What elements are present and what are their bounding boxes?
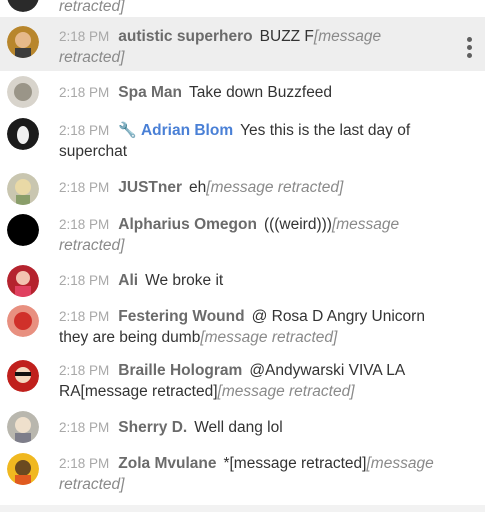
avatar[interactable] [7,214,39,246]
author-name[interactable]: Zola Mvulane [118,455,216,472]
message-text: Take down Buzzfeed [189,84,333,101]
live-chat-feed: retracted] 2:18 PM autistic superhero BUZZ… [0,0,485,505]
message-text: eh [189,179,207,196]
author-name[interactable]: Sherry D. [118,419,187,436]
wrench-icon: 🔧 [118,122,137,139]
retracted-text: retracted] [59,0,125,15]
avatar[interactable] [7,360,39,392]
avatar[interactable] [7,265,39,297]
message-text: *[message retracted] [223,455,367,472]
avatar[interactable] [7,118,39,150]
chat-message: 2:18 PM Zola Mvulane *[message retracted][… [0,448,485,498]
chat-message: retracted] [0,0,485,16]
avatar[interactable] [7,0,39,12]
timestamp: 2:18 PM [59,217,110,232]
chat-message: 2:18 PM 🔧 Adrian Blom Yes this is the last … [0,115,485,163]
author-name[interactable]: JUSTner [118,179,182,196]
author-name[interactable]: Ali [118,272,138,289]
timestamp: 2:18 PM [59,29,110,44]
timestamp: 2:18 PM [59,85,110,100]
author-name[interactable]: Braille Hologram [118,362,242,379]
avatar[interactable] [7,76,39,108]
avatar[interactable] [7,305,39,337]
chat-message: 2:18 PM JUSTner eh[message retracted] [0,170,485,206]
message-text: Yes this is the last day of superchat [59,122,411,160]
author-name[interactable]: Festering Wound [118,308,244,325]
message-text: Well dang lol [194,419,283,436]
timestamp: 2:18 PM [59,420,110,435]
avatar[interactable] [7,26,39,58]
author-name[interactable]: Spa Man [118,84,182,101]
chat-message: 2:18 PM autistic superhero BUZZ F[message … [0,17,485,71]
chat-message: 2:18 PM Braille Hologram @Andywarski VIVA … [0,354,485,404]
author-name[interactable]: Alpharius Omegon [118,216,257,233]
retracted-text: [message retracted] [206,179,344,196]
timestamp: 2:18 PM [59,123,110,138]
chat-message: 2:18 PM Festering Wound @ Rosa D Angry Uni… [0,300,485,350]
avatar[interactable] [7,453,39,485]
timestamp: 2:18 PM [59,273,110,288]
chat-message: 2:18 PM Ali We broke it [0,263,485,299]
timestamp: 2:18 PM [59,363,110,378]
timestamp: 2:18 PM [59,456,110,471]
chat-message: 2:18 PM Sherry D. Well dang lol [0,410,485,446]
avatar[interactable] [7,173,39,205]
chat-message: 2:18 PM Alpharius Omegon (((weird)))[messa… [0,208,485,256]
retracted-text: [message retracted] [200,329,338,346]
message-text: (((weird))) [263,216,332,233]
avatar[interactable] [7,411,39,443]
more-vert-icon[interactable] [467,37,473,61]
timestamp: 2:18 PM [59,180,110,195]
timestamp: 2:18 PM [59,309,110,324]
author-name[interactable]: autistic superhero [118,28,252,45]
author-name[interactable]: Adrian Blom [141,122,233,139]
chat-message: 2:18 PM Spa Man Take down Buzzfeed [0,75,485,111]
message-text: We broke it [145,272,224,289]
retracted-text: [message retracted] [217,383,355,400]
message-text: BUZZ F [259,28,314,45]
